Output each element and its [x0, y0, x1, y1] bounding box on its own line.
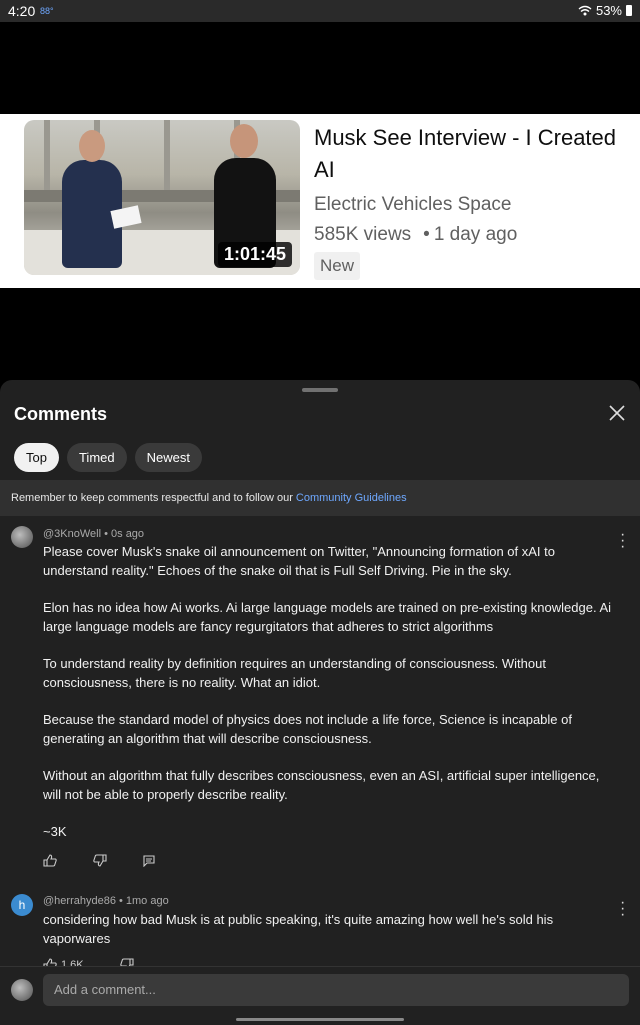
- comment-actions: [43, 854, 155, 867]
- comment-header: @herrahyde86 • 1mo ago: [43, 895, 169, 907]
- sort-chips: Top Timed Newest: [14, 443, 202, 472]
- more-options-icon[interactable]: · · ·: [620, 895, 625, 923]
- reply-icon[interactable]: [143, 854, 155, 867]
- comment-time: 0s ago: [111, 528, 145, 540]
- comment-author[interactable]: @herrahyde86: [43, 895, 116, 907]
- guidelines-text: Remember to keep comments respectful and…: [11, 492, 296, 504]
- home-indicator[interactable]: [236, 1018, 404, 1021]
- comment-paragraph: Without an algorithm that fully describe…: [43, 768, 600, 802]
- comments-panel: Comments Top Timed Newest Remember to ke…: [0, 380, 640, 1024]
- avatar[interactable]: h: [11, 894, 33, 916]
- comment-author[interactable]: @3KnoWell: [43, 528, 101, 540]
- chip-top[interactable]: Top: [14, 443, 59, 472]
- chip-newest[interactable]: Newest: [134, 443, 202, 472]
- comments-title: Comments: [14, 404, 108, 424]
- video-title[interactable]: Musk See Interview - I Created AI: [314, 122, 634, 186]
- drag-handle[interactable]: [302, 388, 338, 392]
- new-badge: New: [314, 252, 361, 280]
- comment-time: 1mo ago: [125, 895, 169, 907]
- comment-paragraph: ~3K: [43, 824, 67, 839]
- comment-paragraph: To understand reality by definition requ…: [43, 656, 546, 690]
- avatar[interactable]: [11, 526, 33, 548]
- comment-header: @3KnoWell • 0s ago: [43, 528, 145, 540]
- video-thumbnail[interactable]: 1:01:45: [24, 120, 300, 275]
- upload-age: 1 day ago: [433, 224, 518, 245]
- battery-icon: [626, 5, 632, 16]
- more-options-icon[interactable]: · · ·: [620, 527, 625, 555]
- channel-name[interactable]: Electric Vehicles Space: [314, 194, 512, 216]
- add-comment-input[interactable]: Add a comment...: [43, 974, 629, 1006]
- status-time: 4:20: [8, 3, 36, 19]
- comment-paragraph: Elon has no idea how Ai works. Ai large …: [43, 600, 612, 634]
- dislike-icon[interactable]: [93, 854, 107, 867]
- status-right: 53%: [578, 3, 632, 18]
- comment-paragraph: Please cover Musk's snake oil announceme…: [43, 544, 555, 578]
- wifi-icon: [578, 5, 592, 16]
- guidelines-banner: Remember to keep comments respectful and…: [0, 480, 640, 516]
- comment-body: Please cover Musk's snake oil announceme…: [43, 542, 613, 859]
- close-icon[interactable]: [608, 404, 626, 422]
- status-bar: 4:20 88° 53%: [0, 0, 640, 22]
- view-count: 585K views: [314, 224, 412, 245]
- battery-percent: 53%: [595, 3, 622, 18]
- add-comment-bar: Add a comment...: [0, 966, 640, 1025]
- video-card[interactable]: 1:01:45 Musk See Interview - I Created A…: [0, 114, 640, 288]
- comment-paragraph: Because the standard model of physics do…: [43, 712, 572, 746]
- status-temperature: 88°: [40, 6, 54, 16]
- like-icon[interactable]: [43, 854, 57, 867]
- comment-paragraph: considering how bad Musk is at public sp…: [43, 912, 554, 946]
- video-meta: 585K views • 1 day ago: [314, 224, 518, 245]
- chip-timed[interactable]: Timed: [66, 443, 127, 472]
- user-avatar[interactable]: [11, 979, 33, 1001]
- video-duration: 1:01:45: [217, 242, 292, 267]
- community-guidelines-link[interactable]: Community Guidelines: [296, 492, 407, 504]
